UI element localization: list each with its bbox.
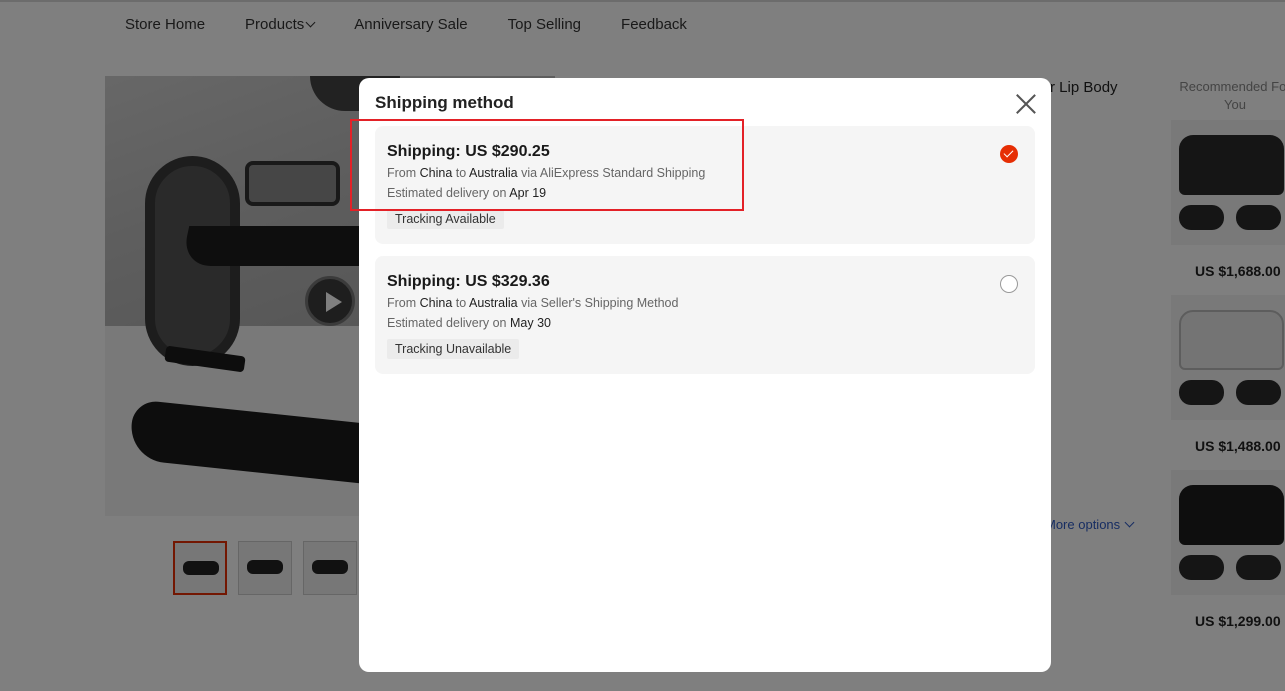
shipping-route: From China to Australia via Seller's Shi… bbox=[387, 296, 678, 310]
delivery-date: Apr 19 bbox=[509, 186, 547, 200]
delivery-label: Estimated delivery on bbox=[387, 316, 510, 330]
estimated-delivery: Estimated delivery on Apr 19 bbox=[387, 186, 546, 200]
route-text: via bbox=[517, 166, 540, 180]
dialog-title: Shipping method bbox=[375, 93, 514, 112]
route-text: to bbox=[452, 166, 469, 180]
shipping-method-dialog: Shipping method Shipping: US $290.25 Fro… bbox=[359, 78, 1051, 672]
close-icon[interactable] bbox=[1015, 93, 1037, 115]
carrier-name: AliExpress Standard Shipping bbox=[539, 166, 706, 180]
delivery-label: Estimated delivery on bbox=[387, 186, 510, 200]
route-text: From bbox=[387, 296, 420, 310]
destination-country: Australia bbox=[469, 296, 518, 310]
estimated-delivery: Estimated delivery on May 30 bbox=[387, 316, 551, 330]
check-circle-icon[interactable] bbox=[1000, 145, 1018, 163]
tracking-badge: Tracking Available bbox=[387, 209, 504, 229]
radio-empty-icon[interactable] bbox=[1000, 275, 1018, 293]
shipping-price: Shipping: US $329.36 bbox=[387, 273, 550, 290]
carrier-name: Seller's Shipping Method bbox=[540, 296, 679, 310]
shipping-route: From China to Australia via AliExpress S… bbox=[387, 166, 705, 180]
route-text: From bbox=[387, 166, 420, 180]
origin-country: China bbox=[419, 296, 453, 310]
shipping-price: Shipping: US $290.25 bbox=[387, 143, 550, 160]
route-text: to bbox=[452, 296, 469, 310]
shipping-option-standard[interactable]: Shipping: US $290.25 From China to Austr… bbox=[375, 126, 1035, 244]
delivery-date: May 30 bbox=[509, 316, 551, 330]
origin-country: China bbox=[419, 166, 453, 180]
tracking-badge: Tracking Unavailable bbox=[387, 339, 520, 359]
route-text: via bbox=[517, 296, 541, 310]
destination-country: Australia bbox=[469, 166, 518, 180]
shipping-option-seller[interactable]: Shipping: US $329.36 From China to Austr… bbox=[375, 256, 1035, 374]
